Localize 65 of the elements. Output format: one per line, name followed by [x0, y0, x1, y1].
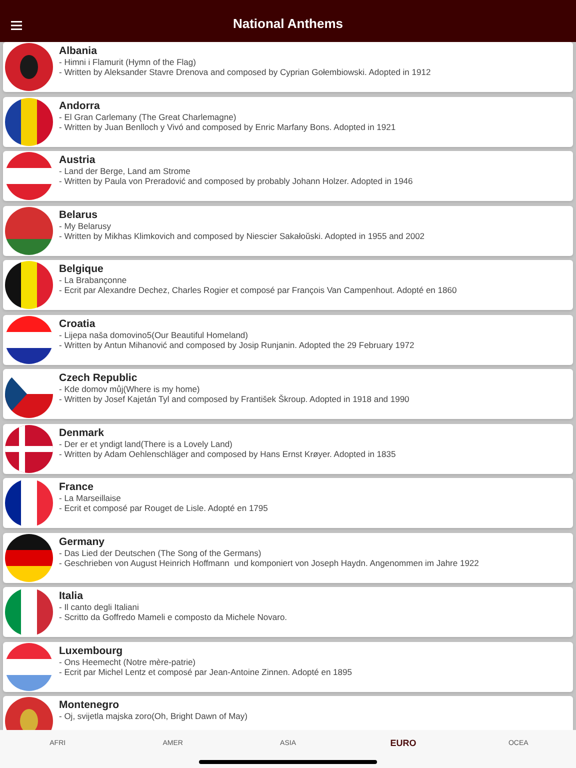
- menu-icon[interactable]: [11, 21, 22, 30]
- country-name: Czech Republic: [59, 372, 138, 384]
- anthem-card[interactable]: Italia - Il canto degli Italiani - Scritto da Goffredo Mameli e composto da Michele Novaro.: [3, 587, 573, 637]
- anthem-title: - Oj, svijetla majska zoro(Oh, Bright Dawn of May): [59, 711, 248, 721]
- anthem-details: - Written by Josef Kajetán Tyl and composed by František Škroup. Adopted in 1918 and 1990: [59, 394, 410, 404]
- anthem-details: - Written by Mikhas Klimkovich and composed by Niescier Sakałoŭski. Adopted in 1955 and 2002: [59, 230, 425, 240]
- country-name: Montenegro: [59, 699, 120, 711]
- country-name: Belarus: [59, 208, 99, 220]
- anthem-card[interactable]: Germany - Das Lied der Deutschen (The Song of the Germans) - Geschrieben von August Heinrich Hoffmann und komponiert von Joseph Haydn. Angenommen im Jahre 1922: [3, 532, 573, 582]
- anthem-title: - Himni i Flamurit (Hymn of the Flag): [59, 57, 197, 67]
- anthem-title: - El Gran Carlemany (The Great Charlemagne): [59, 112, 238, 122]
- anthem-title: - My Belarusy: [59, 220, 112, 230]
- flag-icon: [5, 98, 53, 146]
- anthem-details: - Written by Paula von Preradović and composed by probably Johann Holzer. Adopted in 1946: [59, 176, 413, 186]
- country-name: Germany: [59, 536, 106, 548]
- flag-icon: [5, 534, 53, 582]
- flag-icon: [5, 424, 53, 472]
- anthem-title: - Der er et yndigt land(There is a Lovely Land): [59, 438, 234, 448]
- anthem-card[interactable]: Andorra - El Gran Carlemany (The Great Charlemagne) - Written by Juan Benlloch y Vivó and composed by Enric Marfany Bons. Adopted in 1921: [3, 96, 573, 146]
- anthem-details: - Scritto da Goffredo Mameli e composto da Michele Novaro.: [59, 612, 288, 622]
- anthem-card[interactable]: Austria - Land der Berge, Land am Strome - Written by Paula von Preradović and composed by probably Johann Holzer. Adopted in 1946: [3, 151, 573, 201]
- anthem-details: - Written by Juan Benlloch y Vivó and composed by Enric Marfany Bons. Adopted in 1921: [59, 122, 396, 132]
- anthem-details: - Ecrit et composé par Rouget de Lisle. Adopté en 1795: [59, 503, 268, 513]
- anthem-card[interactable]: Denmark - Der er et yndigt land(There is a Lovely Land) - Written by Adam Oehlenschläger and composed by Hans Ernst Krøyer. Adopted in 1835: [3, 424, 573, 474]
- anthem-card[interactable]: France - La Marseillaise - Ecrit et composé par Rouget de Lisle. Adopté en 1795: [3, 478, 573, 528]
- region-tab[interactable]: EURO: [346, 737, 461, 751]
- anthem-card[interactable]: Albania - Himni i Flamurit (Hymn of the Flag) - Written by Aleksander Stavre Drenova and composed by Cyprian Gołembiowski. Adopted in 1912: [3, 42, 573, 92]
- flag-icon: [5, 479, 53, 527]
- flag-icon: [5, 43, 53, 91]
- country-name: Austria: [59, 154, 96, 166]
- anthem-card[interactable]: Luxembourg - Ons Heemecht (Notre mère-patrie) - Ecrit par Michel Lentz et composé par Jean-Antoine Zinnen. Adopté en 1895: [3, 642, 573, 692]
- country-name: France: [59, 481, 94, 493]
- country-name: Luxembourg: [59, 644, 124, 656]
- anthem-card[interactable]: Belgique - La Brabançonne - Ecrit par Alexandre Dechez, Charles Rogier et composé par François Van Campenhout. Adopté en 1860: [3, 260, 573, 310]
- country-name: Andorra: [59, 100, 101, 112]
- anthem-card[interactable]: Montenegro - Oj, svijetla majska zoro(Oh, Bright Dawn of May): [3, 696, 573, 730]
- flag-icon: [5, 316, 53, 364]
- country-name: Italia: [59, 590, 84, 602]
- anthem-details: - Written by Aleksander Stavre Drenova and composed by Cyprian Gołembiowski. Adopted in 1912: [59, 67, 431, 77]
- anthem-title: - Land der Berge, Land am Strome: [59, 166, 192, 176]
- anthem-title: - Il canto degli Italiani: [59, 602, 140, 612]
- anthem-details: - Ecrit par Alexandre Dechez, Charles Rogier et composé par François Van Campenhout. Adopté en 1860: [59, 285, 457, 295]
- anthem-details: - Ecrit par Michel Lentz et composé par Jean-Antoine Zinnen. Adopté en 1895: [59, 666, 352, 676]
- flag-icon: [5, 152, 53, 200]
- flag-icon: [5, 206, 53, 254]
- header-title: National Anthems: [232, 14, 344, 32]
- anthem-title: - La Marseillaise: [59, 493, 122, 503]
- flag-icon: [5, 261, 53, 309]
- anthem-title: - Ons Heemecht (Notre mère-patrie): [59, 656, 197, 666]
- anthem-card[interactable]: Croatia - Lijepa naša domovino5(Our Beautiful Homeland) - Written by Antun Mihanović and composed by Josip Runjanin. Adopted the 29 February 1972: [3, 314, 573, 364]
- country-name: Croatia: [59, 318, 96, 330]
- anthem-title: - La Brabançonne: [59, 275, 128, 285]
- anthem-title: - Kde domov můj(Where is my home): [59, 384, 201, 394]
- anthem-details: - Geschrieben von August Heinrich Hoffmann und komponiert von Joseph Haydn. Angenommen im Jahre 1922: [59, 558, 479, 568]
- country-name: Belgique: [59, 263, 104, 275]
- anthem-title: - Lijepa naša domovino5(Our Beautiful Homeland): [59, 330, 249, 340]
- flag-icon: [5, 642, 53, 690]
- country-name: Albania: [59, 45, 98, 57]
- country-name: Denmark: [59, 426, 105, 438]
- anthem-title: - Das Lied der Deutschen (The Song of the Germans): [59, 548, 262, 558]
- anthem-card[interactable]: Czech Republic - Kde domov můj(Where is my home) - Written by Josef Kajetán Tyl and composed by František Škroup. Adopted in 1918 and 1990: [3, 369, 573, 419]
- anthem-card[interactable]: Belarus - My Belarusy - Written by Mikhas Klimkovich and composed by Niescier Sakałoŭski. Adopted in 1955 and 2002: [3, 206, 573, 256]
- anthem-details: - Written by Adam Oehlenschläger and composed by Hans Ernst Krøyer. Adopted in 1835: [59, 448, 396, 458]
- anthem-details: - Written by Antun Mihanović and composed by Josip Runjanin. Adopted the 29 February 1972: [59, 340, 414, 350]
- flag-icon: [5, 588, 53, 636]
